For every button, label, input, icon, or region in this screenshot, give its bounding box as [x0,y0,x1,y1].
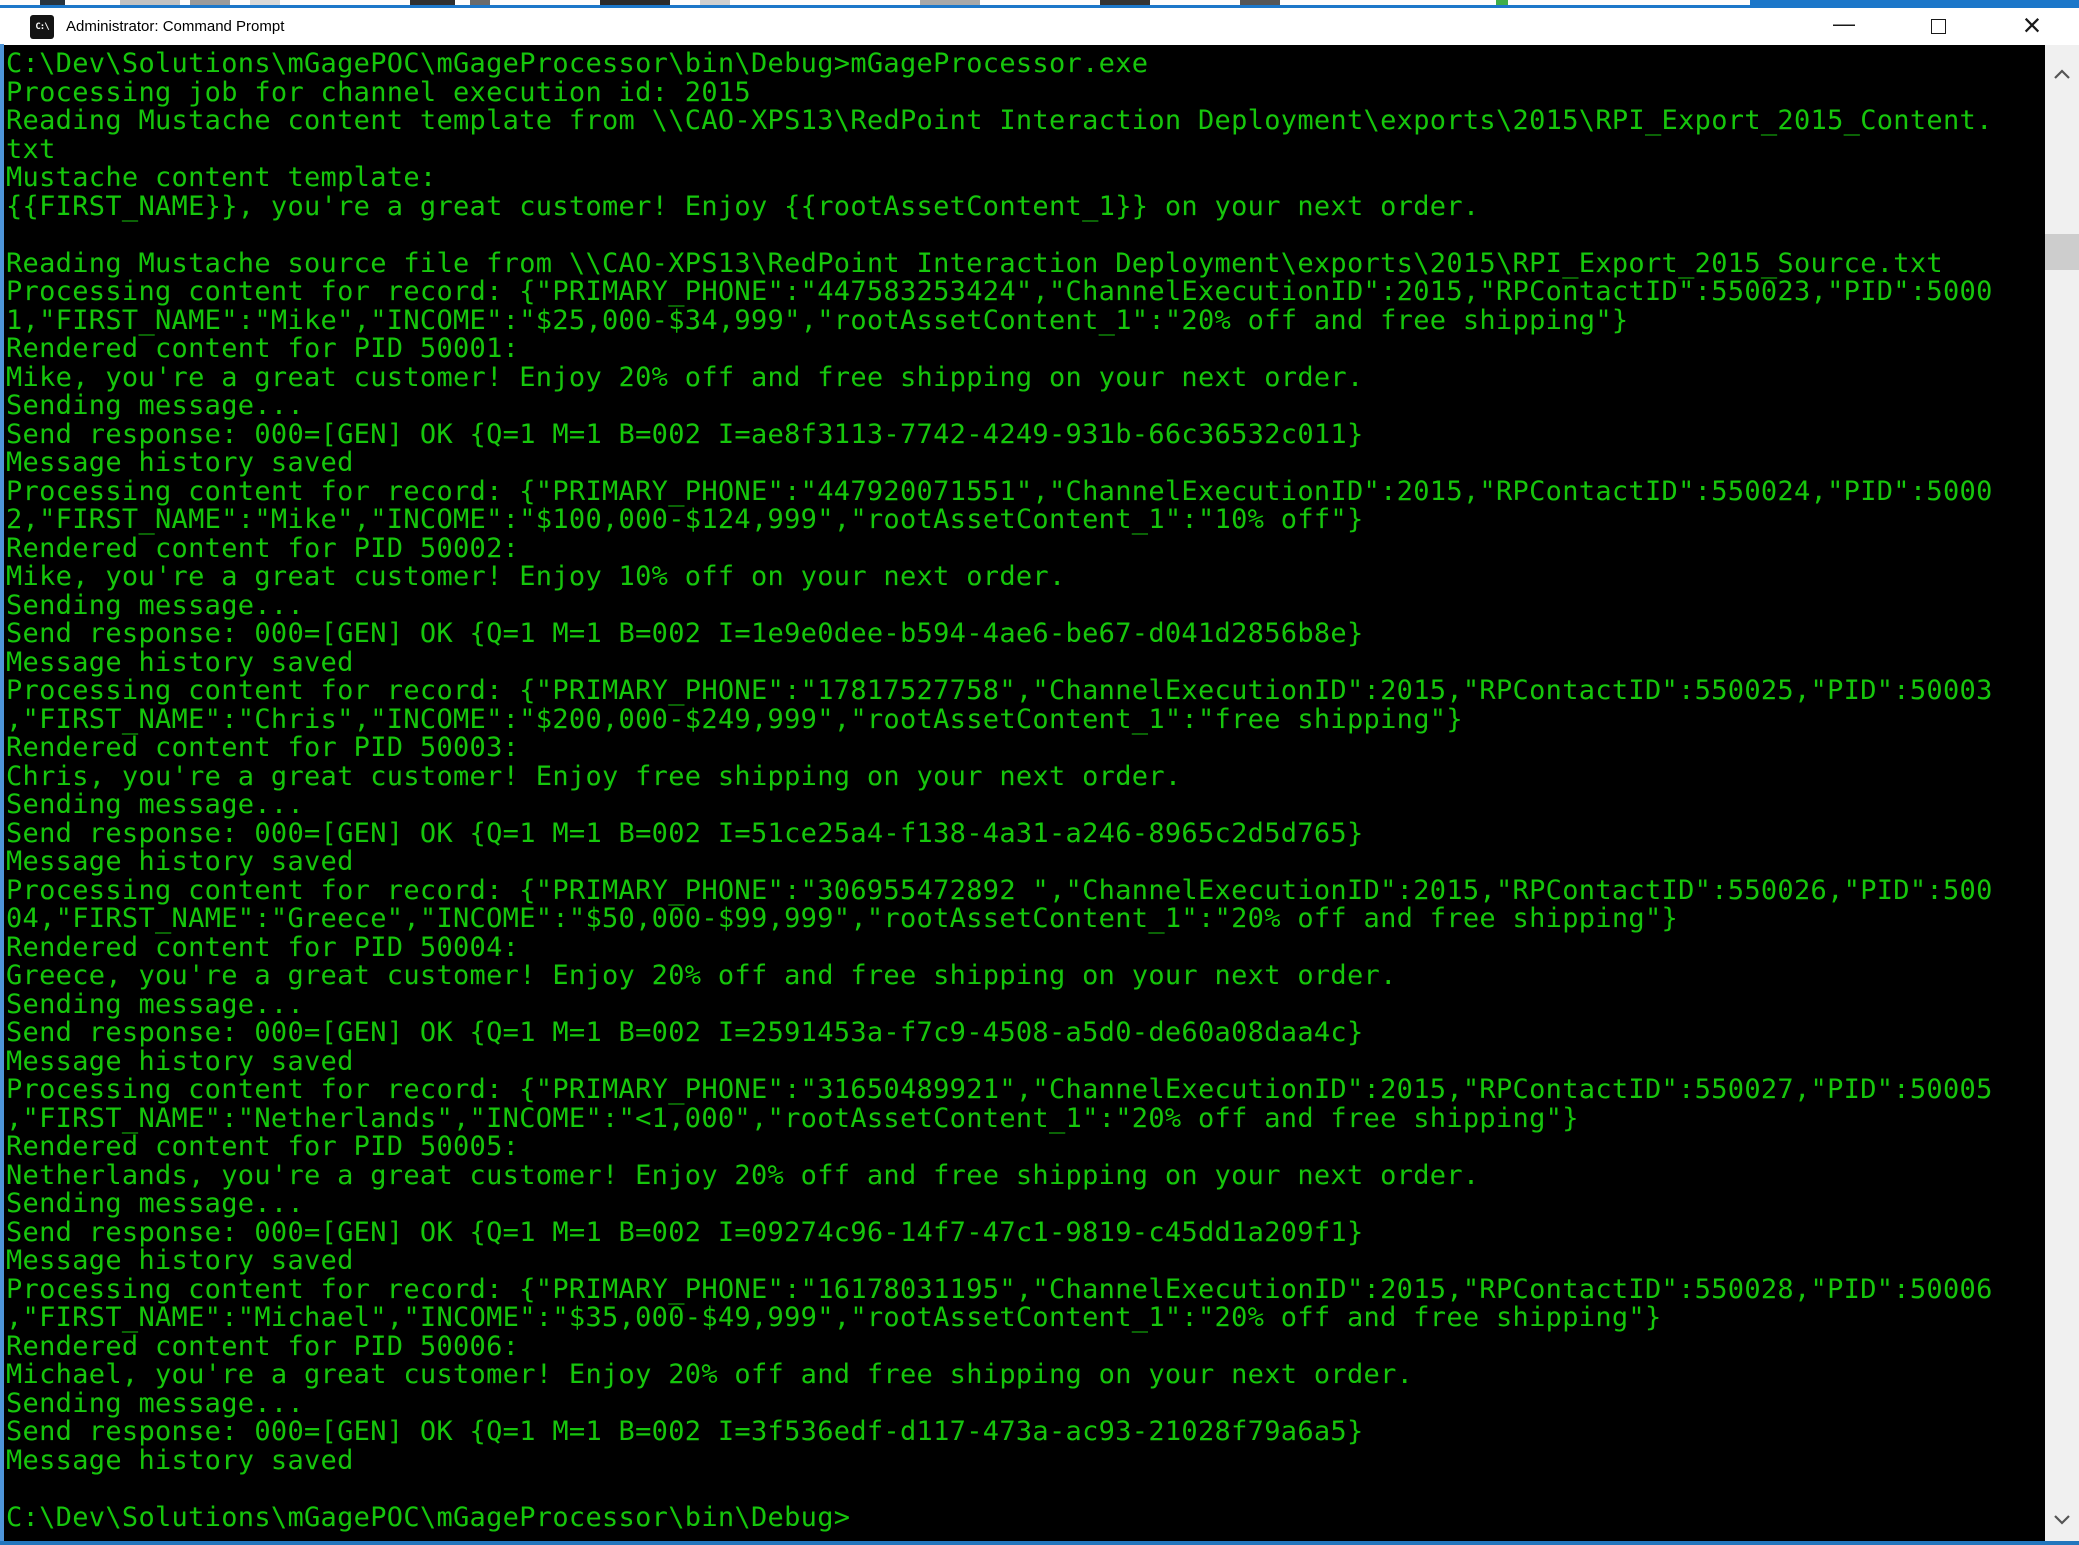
console-area: C:\Dev\Solutions\mGagePOC\mGageProcessor… [0,45,2079,1541]
console-line: Processing content for record: {"PRIMARY… [6,874,1993,906]
console-line: Processing content for record: {"PRIMARY… [6,1273,1993,1305]
console-line: Chris, you're a great customer! Enjoy fr… [6,760,1182,792]
minimize-button[interactable]: — [1797,8,1891,45]
console-line: Send response: 000=[GEN] OK {Q=1 M=1 B=0… [6,1017,1364,1048]
chevron-down-icon [2054,1515,2070,1525]
console-line: Greece, you're a great customer! Enjoy 2… [6,960,1397,991]
console-line: Rendered content for PID 50002: [6,532,520,564]
window-title: Administrator: Command Prompt [66,18,285,35]
console-line: Sending message... [6,1387,304,1419]
console-line: Mike, you're a great customer! Enjoy 20%… [6,361,1364,393]
console-line: ,"FIRST_NAME":"Chris","INCOME":"$200,000… [6,703,1463,735]
console-line: Message history saved [6,646,354,678]
console-line: Processing content for record: {"PRIMARY… [6,475,1993,507]
scrollbar-thumb[interactable] [2045,234,2079,270]
console-line: Processing content for record: {"PRIMARY… [6,1074,1993,1105]
console-line: Message history saved [6,1444,354,1476]
console-line: Michael, you're a great customer! Enjoy … [6,1359,1414,1390]
console-line: Message history saved [6,846,354,877]
console-line: C:\Dev\Solutions\mGagePOC\mGageProcessor… [6,1501,851,1533]
background-window-sliver [0,0,2079,8]
console-line: Rendered content for PID 50006: [6,1330,520,1362]
close-button[interactable]: × [1985,8,2079,45]
chevron-up-icon [2054,69,2070,79]
console-line: Send response: 000=[GEN] OK {Q=1 M=1 B=0… [6,1216,1364,1248]
console-output[interactable]: C:\Dev\Solutions\mGagePOC\mGageProcessor… [0,45,2045,1541]
console-line: Sending message... [6,589,304,621]
maximize-icon [1930,19,1946,34]
console-line: Sending message... [6,988,304,1020]
console-line: Rendered content for PID 50003: [6,732,520,763]
console-line: Message history saved [6,447,354,478]
background-window-bottom-edge [0,1541,2079,1545]
console-line: txt [6,133,56,165]
console-line: Processing content for record: {"PRIMARY… [6,276,1993,307]
console-line: {{FIRST_NAME}}, you're a great customer!… [6,190,1480,222]
console-line: Netherlands, you're a great customer! En… [6,1159,1480,1191]
console-line: Processing content for record: {"PRIMARY… [6,675,1993,706]
background-window-left-edge [0,44,4,1541]
console-line: Reading Mustache source file from \\CAO-… [6,247,1943,279]
console-lines: C:\Dev\Solutions\mGagePOC\mGageProcessor… [6,48,2045,1533]
console-line: Reading Mustache content template from \… [6,105,1993,136]
console-line: Mustache content template: [6,162,437,193]
vertical-scrollbar[interactable] [2045,45,2079,1541]
console-line: C:\Dev\Solutions\mGagePOC\mGageProcessor… [6,48,1149,79]
console-line: Send response: 000=[GEN] OK {Q=1 M=1 B=0… [6,418,1364,450]
console-line: Message history saved [6,1245,354,1276]
console-line: Send response: 000=[GEN] OK {Q=1 M=1 B=0… [6,817,1364,849]
console-line: Mike, you're a great customer! Enjoy 10%… [6,561,1066,592]
command-prompt-window: C:\ Administrator: Command Prompt — × C:… [0,8,2079,1541]
console-line: Sending message... [6,1188,304,1219]
console-line: Rendered content for PID 50004: [6,931,520,963]
maximize-button[interactable] [1891,8,1985,45]
console-line: ,"FIRST_NAME":"Netherlands","INCOME":"<1… [6,1102,1579,1134]
close-icon: × [2022,6,2042,43]
scroll-up-button[interactable] [2045,59,2079,89]
console-line: Send response: 000=[GEN] OK {Q=1 M=1 B=0… [6,618,1364,649]
window-controls: — × [1797,8,2079,45]
console-line: Send response: 000=[GEN] OK {Q=1 M=1 B=0… [6,1416,1364,1447]
console-line: ,"FIRST_NAME":"Michael","INCOME":"$35,00… [6,1302,1662,1333]
console-line: Processing job for channel execution id:… [6,76,751,108]
console-line: 04,"FIRST_NAME":"Greece","INCOME":"$50,0… [6,903,1679,934]
console-line: Sending message... [6,390,304,421]
console-line: 2,"FIRST_NAME":"Mike","INCOME":"$100,000… [6,504,1364,535]
cmd-prompt-icon: C:\ [30,14,54,39]
console-line: 1,"FIRST_NAME":"Mike","INCOME":"$25,000-… [6,304,1629,336]
title-bar[interactable]: C:\ Administrator: Command Prompt — × [0,8,2079,45]
console-line: Rendered content for PID 50001: [6,333,520,364]
console-line: Message history saved [6,1045,354,1077]
scroll-down-button[interactable] [2045,1505,2079,1535]
console-line: Rendered content for PID 50005: [6,1131,520,1162]
minimize-icon: — [1833,10,1855,36]
console-line: Sending message... [6,789,304,820]
